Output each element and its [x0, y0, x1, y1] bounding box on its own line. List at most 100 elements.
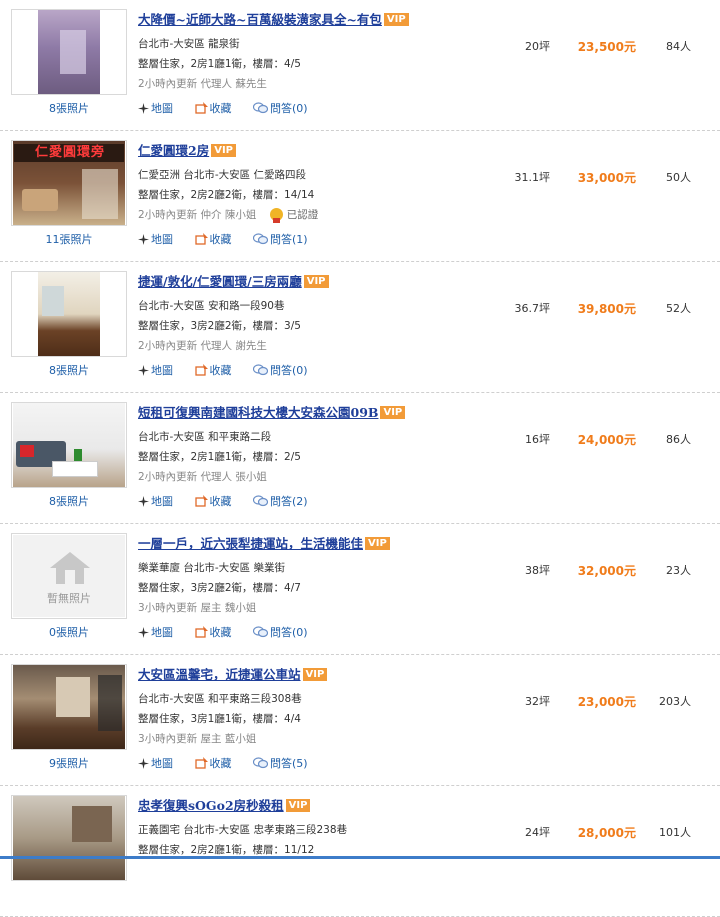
listing-price: 33,000元 [577, 171, 636, 185]
listing-row: 暫無照片 0張照片 一層一戶，近六張犁捷運站，生活機能佳 VIP 樂業華廈 台北市… [0, 524, 720, 655]
map-pin-icon [138, 365, 149, 376]
vip-badge: VIP [380, 406, 406, 419]
favorite-icon [194, 757, 208, 769]
favorite-link[interactable]: 收藏 [194, 755, 232, 771]
map-label: 地圖 [151, 495, 173, 508]
favorite-icon [194, 233, 208, 245]
favorite-link[interactable]: 收藏 [194, 493, 232, 509]
listing-price: 28,000元 [577, 826, 636, 840]
listing-photo[interactable]: 仁愛圓環旁 [11, 140, 127, 226]
favorite-icon [194, 364, 208, 376]
listing-viewers: 203人 [659, 695, 691, 708]
map-link[interactable]: 地圖 [138, 493, 173, 509]
favorite-label: 收藏 [209, 102, 232, 115]
listing-row: 8張照片 大降價~近師大路~百萬級裝潢家具全~有包 VIP 台北市-大安區 龍泉街… [0, 0, 720, 131]
qa-bubble-icon [252, 757, 269, 769]
photo-count-link[interactable]: 0張照片 [11, 624, 127, 640]
listing-address: 仁愛亞洲 台北市-大安區 仁愛路四段 [138, 169, 306, 181]
qa-link[interactable]: 問答(0) [252, 362, 308, 378]
favorite-label: 收藏 [209, 626, 232, 639]
photo-count-link[interactable]: 8張照片 [11, 362, 127, 378]
listing-size: 32坪 [525, 695, 550, 708]
qa-link[interactable]: 問答(5) [252, 755, 308, 771]
listing-photo[interactable] [11, 795, 127, 881]
qa-bubble-icon [252, 102, 269, 114]
map-label: 地圖 [151, 364, 173, 377]
listing-title-link[interactable]: 短租可復興南建國科技大樓大安森公園09B [138, 405, 378, 420]
photo-count-link[interactable]: 8張照片 [11, 100, 127, 116]
listing-title-link[interactable]: 一層一戶，近六張犁捷運站，生活機能佳 [138, 536, 363, 551]
listing-price: 32,000元 [577, 564, 636, 578]
map-pin-icon [138, 234, 149, 245]
qa-bubble-icon [252, 626, 269, 638]
listing-size: 31.1坪 [514, 171, 551, 184]
listing-update-info: 3小時內更新 屋主 藍小姐 [138, 733, 257, 745]
favorite-icon [194, 626, 208, 638]
listing-viewers: 84人 [666, 40, 691, 53]
listing-update-row: 2小時內更新 仲介 陳小姐 已認證 [138, 207, 318, 223]
certified-medal-icon [269, 208, 283, 223]
qa-bubble-icon [252, 233, 269, 245]
listing-address: 正義園宅 台北市-大安區 忠孝東路三段238巷 [138, 824, 348, 836]
qa-label: 問答(0) [270, 626, 308, 639]
listing-photo-placeholder[interactable]: 暫無照片 [11, 533, 127, 619]
map-pin-icon [138, 758, 149, 769]
listing-layout: 整層住家，3房2廳2衛，樓層：4/7 [138, 582, 301, 594]
favorite-link[interactable]: 收藏 [194, 100, 232, 116]
qa-label: 問答(1) [270, 233, 308, 246]
listing-update-info: 2小時內更新 代理人 張小姐 [138, 471, 267, 483]
vip-badge: VIP [285, 799, 311, 812]
listing-layout: 整層住家，2房2廳2衛，樓層：14/14 [138, 189, 315, 201]
listing-size: 20坪 [525, 40, 550, 53]
listing-photo[interactable] [11, 402, 127, 488]
favorite-label: 收藏 [209, 757, 232, 770]
listing-row: 8張照片 短租可復興南建國科技大樓大安森公園09B VIP 台北市-大安區 和平東… [0, 393, 720, 524]
favorite-link[interactable]: 收藏 [194, 362, 232, 378]
favorite-link[interactable]: 收藏 [194, 231, 232, 247]
map-label: 地圖 [151, 626, 173, 639]
map-link[interactable]: 地圖 [138, 624, 173, 640]
listing-layout: 整層住家，3房2廳2衛，樓層：3/5 [138, 320, 301, 332]
map-link[interactable]: 地圖 [138, 231, 173, 247]
photo-count-link[interactable]: 11張照片 [11, 231, 127, 247]
qa-link[interactable]: 問答(2) [252, 493, 308, 509]
house-icon [50, 552, 90, 584]
listing-title-link[interactable]: 忠孝復興sOGo2房秒殺租 [138, 798, 284, 813]
map-link[interactable]: 地圖 [138, 100, 173, 116]
listing-address: 台北市-大安區 龍泉街 [138, 38, 240, 50]
listing-layout: 整層住家，2房2廳1衛，樓層：11/12 [138, 844, 315, 856]
listing-title-link[interactable]: 仁愛圓環2房 [138, 143, 209, 158]
favorite-link[interactable]: 收藏 [194, 624, 232, 640]
listing-list: 8張照片 大降價~近師大路~百萬級裝潢家具全~有包 VIP 台北市-大安區 龍泉街… [0, 0, 720, 917]
listing-photo[interactable] [11, 9, 127, 95]
listing-title-link[interactable]: 捷運/敦化/仁愛圓環/三房兩廳 [138, 274, 302, 289]
map-link[interactable]: 地圖 [138, 755, 173, 771]
vip-badge: VIP [365, 537, 390, 550]
listing-layout: 整層住家，2房1廳1衛，樓層：4/5 [138, 58, 301, 70]
qa-link[interactable]: 問答(0) [252, 100, 308, 116]
listing-update-info: 2小時內更新 代理人 謝先生 [138, 340, 267, 352]
favorite-label: 收藏 [209, 495, 232, 508]
listing-row: 9張照片 大安區溫馨宅，近捷運公車站 VIP 台北市-大安區 和平東路三段308巷… [0, 655, 720, 786]
listing-photo[interactable] [11, 664, 127, 750]
map-label: 地圖 [151, 102, 173, 115]
listing-row: 仁愛圓環旁 11張照片 仁愛圓環2房 VIP 仁愛亞洲 台北市-大安區 仁愛路四段… [0, 131, 720, 262]
listing-row: 8張照片 捷運/敦化/仁愛圓環/三房兩廳 VIP 台北市-大安區 安和路一段90巷… [0, 262, 720, 393]
listing-title-link[interactable]: 大安區溫馨宅，近捷運公車站 [138, 667, 301, 682]
listing-title-link[interactable]: 大降價~近師大路~百萬級裝潢家具全~有包 [138, 12, 382, 27]
map-link[interactable]: 地圖 [138, 362, 173, 378]
listing-photo[interactable] [11, 271, 127, 357]
listing-layout: 整層住家，3房1廳1衛，樓層：4/4 [138, 713, 301, 725]
listing-price: 39,800元 [577, 302, 636, 316]
qa-link[interactable]: 問答(0) [252, 624, 308, 640]
bottom-toolbar-edge [0, 856, 720, 859]
listing-viewers: 52人 [666, 302, 691, 315]
listing-update-info: 2小時內更新 仲介 陳小姐 [138, 209, 257, 221]
qa-label: 問答(5) [270, 757, 308, 770]
vip-badge: VIP [383, 13, 409, 26]
photo-count-link[interactable]: 8張照片 [11, 493, 127, 509]
listing-size: 38坪 [525, 564, 550, 577]
favorite-label: 收藏 [209, 233, 232, 246]
qa-link[interactable]: 問答(1) [252, 231, 308, 247]
photo-count-link[interactable]: 9張照片 [11, 755, 127, 771]
